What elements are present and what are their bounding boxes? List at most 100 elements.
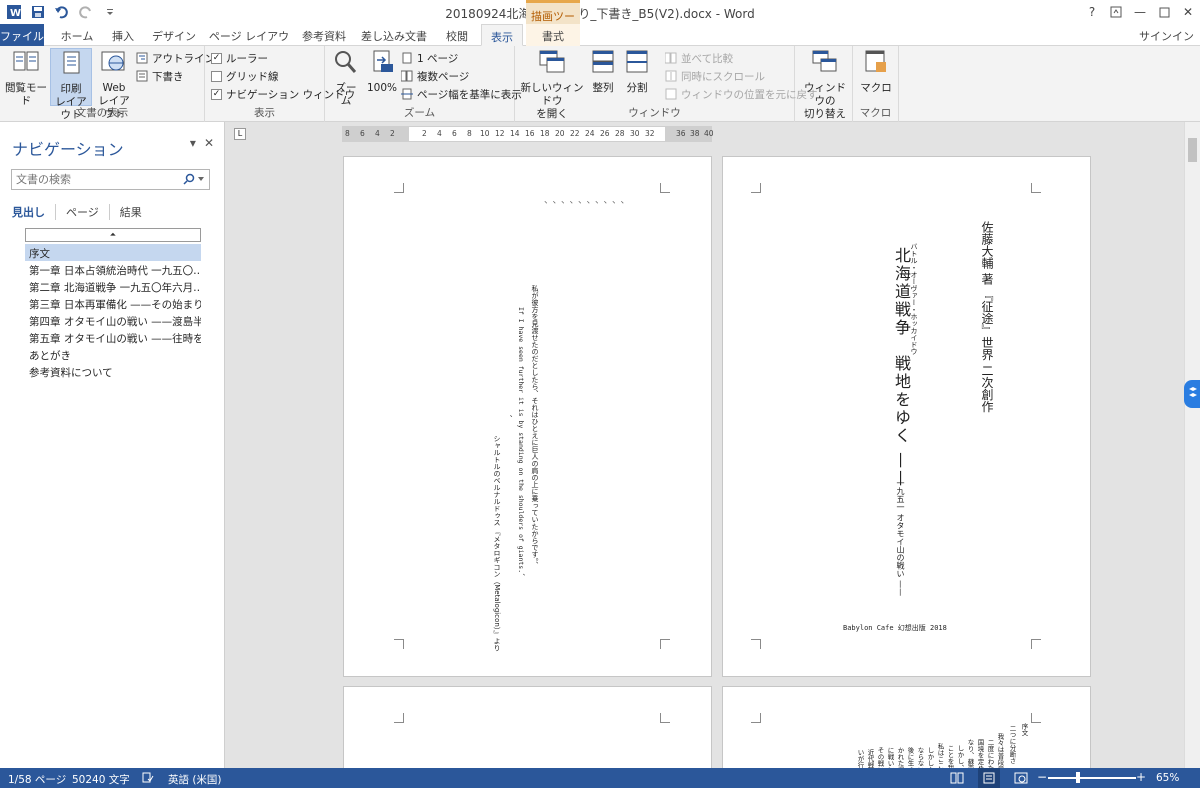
heading-item[interactable]: 第三章 日本再軍備化 ——その始まり… xyxy=(25,295,201,312)
switch-windows-button[interactable]: ウィンドウの 切り替え xyxy=(799,48,851,121)
ruler-checkbox[interactable]: ✓ ルーラー xyxy=(211,50,268,66)
help-button[interactable]: ? xyxy=(1080,0,1104,24)
group-window: 新しいウィンドウ を開く 整列 分割 並べて比較 同時にスクロール ウィンドウの… xyxy=(515,46,818,122)
proofing-icon[interactable] xyxy=(142,772,154,786)
page-width-button[interactable]: ページ幅を基準に表示 xyxy=(401,86,522,102)
close-pane-icon[interactable]: ✕ xyxy=(204,136,214,150)
synchronous-scrolling-button[interactable]: 同時にスクロール xyxy=(665,68,765,84)
zoom-in-button[interactable]: + xyxy=(1136,770,1146,784)
body-text-line: 二度にわたる xyxy=(986,739,994,768)
heading-item[interactable]: 参考資料について xyxy=(25,363,201,380)
ribbon-display-options-button[interactable] xyxy=(1104,0,1128,24)
tab-review[interactable]: 校閲 xyxy=(437,24,477,46)
ruler-tick: 28 xyxy=(615,129,625,138)
document-title: 20180924北海道戦跡巡り_下書き_B5(V2).docx - Word xyxy=(445,7,755,21)
pane-options-icon[interactable]: ▾ xyxy=(190,136,196,150)
zoom-slider-knob[interactable] xyxy=(1076,772,1080,783)
dropbox-badge-icon[interactable] xyxy=(1184,380,1200,408)
split-button[interactable]: 分割 xyxy=(621,48,653,95)
view-side-by-side-button[interactable]: 並べて比較 xyxy=(665,50,733,66)
zoom-slider[interactable] xyxy=(1048,777,1136,779)
web-layout-view-icon[interactable] xyxy=(1014,772,1028,787)
ruler-tick: 14 xyxy=(510,129,520,138)
heading-item[interactable]: 序文 xyxy=(25,244,201,261)
split-icon xyxy=(626,50,648,73)
ruler-tick: 8 xyxy=(345,129,350,138)
ruler-tick: 30 xyxy=(630,129,640,138)
language-indicator[interactable]: 英語 (米国) xyxy=(168,772,222,787)
multiple-pages-button[interactable]: 複数ページ xyxy=(401,68,469,84)
page-4[interactable]: 序文 二つに分断さ 我々は普段意 二度にわたる 国境を定めた なり、蘇東な しか… xyxy=(722,686,1091,768)
restore-button[interactable] xyxy=(1152,0,1176,24)
tab-file[interactable]: ファイル xyxy=(0,24,44,46)
print-layout-button[interactable]: 印刷 レイアウト xyxy=(50,48,92,121)
magnifier-icon xyxy=(335,51,357,73)
publisher-line: Babylon Cafe 幻想出版 2018 xyxy=(843,624,947,632)
search-document-input[interactable] xyxy=(11,169,210,190)
minimize-button[interactable]: — xyxy=(1128,0,1152,24)
tab-references[interactable]: 参考資料 xyxy=(297,24,351,46)
sync-scroll-icon xyxy=(665,70,677,82)
gridlines-checkbox[interactable]: グリッド線 xyxy=(211,68,279,84)
heading-item[interactable]: 第一章 日本占領統治時代 一九五〇… xyxy=(25,261,201,278)
draft-button[interactable]: 下書き xyxy=(136,68,184,84)
ribbon-tabs: ファイル ホーム 挿入 デザイン ページ レイアウト 参考資料 差し込み文書 校… xyxy=(0,24,1200,59)
outline-icon xyxy=(136,52,148,64)
vertical-scrollbar[interactable] xyxy=(1184,122,1200,768)
one-page-button[interactable]: 1 ページ xyxy=(401,50,458,66)
page-count[interactable]: 1/58 ページ xyxy=(8,772,66,787)
page-3[interactable] xyxy=(343,686,712,768)
tab-design[interactable]: デザイン xyxy=(148,24,200,46)
draft-icon xyxy=(136,70,148,82)
page-1[interactable]: 、、、、、、、、、、 私が彼方を見渡せたのだとしたら、それはひとえに巨人の肩の上… xyxy=(343,156,712,677)
scrollbar-thumb[interactable] xyxy=(1188,138,1197,162)
ruler-tick: 8 xyxy=(467,129,472,138)
ruler-tick: 26 xyxy=(600,129,610,138)
close-button[interactable]: ✕ xyxy=(1176,0,1200,24)
zoom-out-button[interactable]: − xyxy=(1037,770,1047,784)
group-label-zoom: ズーム xyxy=(403,107,436,119)
outline-button[interactable]: アウトライン xyxy=(136,50,215,66)
tab-insert[interactable]: 挿入 xyxy=(103,24,143,46)
navigation-pane-title: ナビゲーション xyxy=(12,140,124,159)
tab-headings[interactable]: 見出し xyxy=(12,204,56,220)
heading-item[interactable]: 第五章 オタモイ山の戦い ——往時を… xyxy=(25,329,201,346)
document-area[interactable]: L 8 6 4 2 2 4 6 8 10 12 14 16 18 20 22 2… xyxy=(226,122,1184,768)
search-icon[interactable] xyxy=(183,173,205,185)
collapse-headings-button[interactable]: ⏶ xyxy=(25,228,201,242)
body-text-line: に戦いについて xyxy=(885,747,895,768)
sign-in-link[interactable]: サインイン xyxy=(1139,28,1194,44)
heading-item[interactable]: 第二章 北海道戦争 一九五〇年六月… xyxy=(25,278,201,295)
tab-results[interactable]: 結果 xyxy=(120,204,152,220)
macros-icon xyxy=(865,50,886,72)
zoom-level[interactable]: 65% xyxy=(1156,772,1179,784)
book-author-line: 佐藤大輔 著 『征途』世界 二次創作 xyxy=(980,221,994,413)
one-page-icon xyxy=(402,52,412,64)
tab-pages[interactable]: ページ xyxy=(66,204,110,220)
macros-button[interactable]: マクロ xyxy=(857,48,895,95)
read-mode-button[interactable]: 閲覧モード xyxy=(4,48,48,108)
word-count[interactable]: 50240 文字 xyxy=(72,772,130,787)
tab-page-layout[interactable]: ページ レイアウト xyxy=(206,24,292,59)
tab-format[interactable]: 書式 xyxy=(526,24,580,46)
tab-home[interactable]: ホーム xyxy=(55,24,99,46)
zoom-100-icon xyxy=(373,50,393,72)
zoom-button[interactable]: ズーム xyxy=(331,48,361,108)
side-by-side-icon xyxy=(665,52,677,64)
tab-selector[interactable]: L xyxy=(234,128,246,140)
body-text-line: 近代戦史上 xyxy=(866,749,874,768)
ruler-tick: 10 xyxy=(480,129,490,138)
group-label-document-views: 文書の表示 xyxy=(75,107,129,119)
arrange-all-button[interactable]: 整列 xyxy=(587,48,619,95)
tab-mailings[interactable]: 差し込み文書 xyxy=(357,24,431,46)
heading-item[interactable]: あとがき xyxy=(25,346,201,363)
horizontal-ruler[interactable]: 8 6 4 2 2 4 6 8 10 12 14 16 18 20 22 24 … xyxy=(342,126,714,142)
body-text-line: その戦いとは xyxy=(876,747,884,768)
tab-view[interactable]: 表示 xyxy=(481,24,523,46)
heading-item[interactable]: 第四章 オタモイ山の戦い ——渡島半… xyxy=(25,312,201,329)
navigation-pane: ナビゲーション ▾ ✕ 見出し ページ 結果 ⏶ 序文 第一章 日本占領統治時代… xyxy=(0,122,225,768)
read-mode-view-icon[interactable] xyxy=(950,772,964,787)
page-2[interactable]: 佐藤大輔 著 『征途』世界 二次創作 バトル・オーヴァー・ホッカイドウ 北海道戦… xyxy=(722,156,1091,677)
print-layout-view-icon[interactable] xyxy=(978,768,1000,788)
zoom-100-button[interactable]: 100% xyxy=(365,48,399,95)
